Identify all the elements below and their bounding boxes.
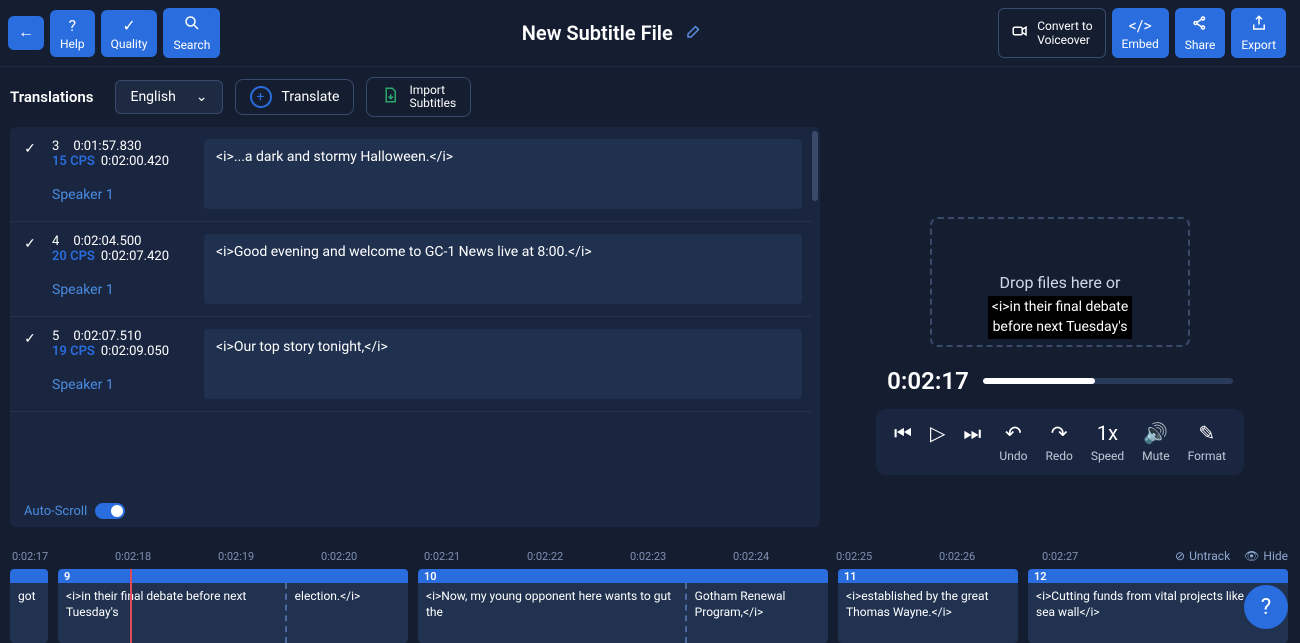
rewind-button[interactable]: ⏮ [894,421,912,463]
edit-title-icon[interactable] [685,22,703,44]
undo-button[interactable]: ↶Undo [999,421,1027,463]
import-subtitles-button[interactable]: ImportSubtitles [366,77,471,117]
subtitle-overlay: <i>in their final debatebefore next Tues… [988,296,1133,339]
translations-label: Translations [10,88,93,106]
volume-icon: 🔊 [1143,421,1168,445]
share-button[interactable]: Share [1175,8,1226,58]
timeline-clip[interactable]: got [10,569,48,643]
help-icon: ? [69,16,77,35]
redo-button[interactable]: ↷Redo [1045,421,1072,463]
search-icon [183,14,201,36]
quality-icon: ✓ [122,16,135,35]
question-icon: ? [1261,595,1271,620]
forward-icon: ⏭ [963,421,981,445]
subtitle-item[interactable]: ✓ 40:02:04.500 20 CPS0:02:07.420 Speaker… [10,222,812,317]
timeline-clip[interactable]: 10<i>Now, my young opponent here wants t… [418,569,828,643]
subtitle-item[interactable]: ✓ 30:01:57.830 15 CPS0:02:00.420 Speaker… [10,127,812,222]
quality-button[interactable]: ✓ Quality [101,10,158,57]
drop-text: Drop files here or [1000,273,1121,292]
quality-label: Quality [111,37,148,51]
subtitle-text[interactable]: <i>Our top story tonight,</i> [204,329,802,399]
share-icon [1191,14,1209,36]
camera-icon [1011,22,1029,45]
progress-bar[interactable] [983,378,1233,384]
redo-icon: ↷ [1051,421,1068,445]
format-icon: ✎ [1198,421,1215,445]
player-controls: ⏮ ▷ ⏭ ↶Undo ↷Redo 1xSpeed 🔊Mute ✎Format [876,409,1244,475]
timeline[interactable]: got 9<i>in their final debate before next… [0,569,1300,643]
drop-zone[interactable]: Drop files here or <i>in their final deb… [930,217,1190,347]
subtitle-text[interactable]: <i>...a dark and stormy Halloween.</i> [204,139,802,209]
check-icon: ✓ [20,234,40,304]
file-import-icon [381,85,399,109]
export-button[interactable]: Export [1231,8,1286,58]
chevron-down-icon: ⌄ [196,89,208,105]
auto-scroll-label: Auto-Scroll [24,504,87,519]
page-title: New Subtitle File [522,21,673,45]
mute-button[interactable]: 🔊Mute [1142,421,1169,463]
subtitle-item[interactable]: ✓ 50:02:07.510 19 CPS0:02:09.050 Speaker… [10,317,812,412]
search-button[interactable]: Search [163,8,220,58]
help-button[interactable]: ? Help [50,10,95,57]
embed-button[interactable]: </>Embed [1112,8,1169,58]
scrollbar[interactable] [812,131,818,201]
check-icon: ✓ [20,329,40,399]
current-time: 0:02:17 [887,367,969,395]
format-button[interactable]: ✎Format [1188,421,1226,463]
embed-icon: </> [1129,16,1152,35]
search-label: Search [173,38,210,52]
subtitle-text[interactable]: <i>Good evening and welcome to GC-1 News… [204,234,802,304]
play-button[interactable]: ▷ [930,421,945,463]
playhead[interactable] [130,569,132,643]
speaker-label[interactable]: Speaker 1 [52,377,192,393]
speed-button[interactable]: 1xSpeed [1091,421,1124,463]
speaker-label[interactable]: Speaker 1 [52,282,192,298]
help-label: Help [60,37,85,51]
convert-voiceover-button[interactable]: Convert toVoiceover [998,8,1105,58]
check-icon: ✓ [20,139,40,209]
play-icon: ▷ [930,421,945,445]
auto-scroll-toggle[interactable] [95,503,125,519]
speaker-label[interactable]: Speaker 1 [52,187,192,203]
hide-button[interactable]: 👁 Hide [1244,549,1288,563]
translate-button[interactable]: + Translate [235,79,355,115]
plus-icon: + [250,86,272,108]
timeline-ruler[interactable]: 0:02:170:02:180:02:190:02:200:02:210:02:… [0,543,1300,569]
forward-button[interactable]: ⏭ [963,421,981,463]
subtitle-list[interactable]: ✓ 30:01:57.830 15 CPS0:02:00.420 Speaker… [10,127,820,527]
back-button[interactable]: ← [8,16,44,50]
language-select[interactable]: English ⌄ [115,80,222,114]
untrack-button[interactable]: ⊘ Untrack [1175,549,1230,563]
export-icon [1250,14,1268,36]
undo-icon: ↶ [1005,421,1022,445]
rewind-icon: ⏮ [894,421,912,445]
timeline-clip[interactable]: 11<i>established by the great Thomas Way… [838,569,1018,643]
timeline-clip[interactable]: 9<i>in their final debate before next Tu… [58,569,408,643]
help-fab[interactable]: ? [1244,585,1288,629]
arrow-left-icon: ← [18,22,34,42]
